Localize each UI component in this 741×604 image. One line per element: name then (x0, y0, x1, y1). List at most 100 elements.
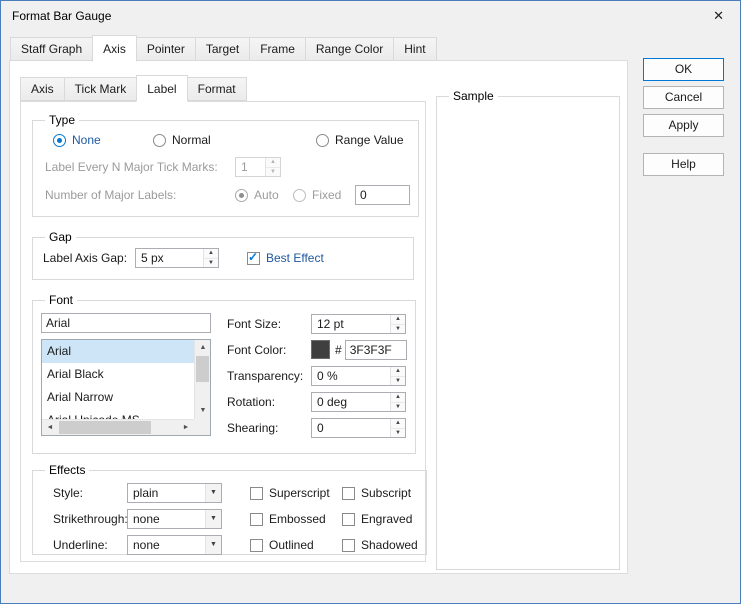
tab-hint[interactable]: Hint (393, 37, 436, 61)
scroll-left-icon[interactable]: ◄ (42, 420, 58, 436)
dropdown-arrow-icon[interactable]: ▼ (205, 536, 221, 554)
label-axis-gap-value[interactable]: 5 px (136, 249, 203, 267)
spin-down-icon[interactable]: ▼ (391, 403, 405, 412)
best-effect-checkbox[interactable]: ✓ Best Effect (247, 251, 324, 265)
outlined-checkbox[interactable]: Outlined (250, 538, 342, 552)
outlined-label: Outlined (269, 538, 314, 552)
checkbox-icon (250, 513, 263, 526)
strikethrough-dropdown[interactable]: none ▼ (127, 509, 222, 529)
help-button[interactable]: Help (643, 153, 724, 176)
tab-axis[interactable]: Axis (92, 35, 137, 62)
spin-up-icon[interactable]: ▲ (391, 367, 405, 377)
shearing-spinner[interactable]: 0 ▲ ▼ (311, 418, 406, 438)
engraved-checkbox[interactable]: Engraved (342, 512, 412, 526)
tab-target[interactable]: Target (195, 37, 250, 61)
ok-button[interactable]: OK (643, 58, 724, 81)
style-label: Style: (53, 486, 127, 500)
rotation-spinner[interactable]: 0 deg ▲ ▼ (311, 392, 406, 412)
font-list-item[interactable]: Arial Unicode MS (42, 409, 194, 419)
tab-staff-graph[interactable]: Staff Graph (10, 37, 93, 61)
tab-pointer[interactable]: Pointer (136, 37, 196, 61)
vertical-scroll-track[interactable] (195, 356, 210, 403)
underline-dropdown[interactable]: none ▼ (127, 535, 222, 555)
scroll-up-icon[interactable]: ▲ (195, 340, 211, 356)
font-color-label: Font Color: (227, 343, 311, 357)
font-color-swatch[interactable] (311, 340, 330, 359)
spin-down-icon[interactable]: ▼ (204, 259, 218, 268)
spin-up-icon[interactable]: ▲ (204, 249, 218, 259)
label-every-n-spinner[interactable]: 1 ▲ ▼ (235, 157, 281, 177)
transparency-label: Transparency: (227, 369, 311, 383)
spin-down-icon[interactable]: ▼ (391, 429, 405, 438)
dropdown-arrow-icon[interactable]: ▼ (205, 510, 221, 528)
inner-tab-format[interactable]: Format (187, 77, 247, 101)
font-name-input[interactable] (41, 313, 211, 333)
label-every-n-label: Label Every N Major Tick Marks: (45, 160, 235, 174)
fixed-count-input[interactable] (355, 185, 410, 205)
superscript-checkbox[interactable]: Superscript (250, 486, 342, 500)
cancel-button[interactable]: Cancel (643, 86, 724, 109)
font-group: Font Arial Arial Black Arial Narrow Aria… (32, 293, 416, 454)
font-color-hex-input[interactable] (345, 340, 407, 360)
inner-tab-axis[interactable]: Axis (20, 77, 65, 101)
scroll-down-icon[interactable]: ▼ (195, 403, 211, 419)
spin-down-icon[interactable]: ▼ (266, 168, 280, 177)
vertical-scroll-thumb[interactable] (196, 356, 209, 382)
embossed-checkbox[interactable]: Embossed (250, 512, 342, 526)
type-range-value-radio[interactable]: Range Value (316, 133, 404, 147)
font-list-item[interactable]: Arial Black (42, 363, 194, 386)
rotation-value[interactable]: 0 deg (312, 393, 390, 411)
strikethrough-label: Strikethrough: (53, 512, 127, 526)
type-group: Type None Normal Range Value (32, 113, 419, 217)
rotation-label: Rotation: (227, 395, 311, 409)
tab-frame[interactable]: Frame (249, 37, 306, 61)
inner-tab-label[interactable]: Label (136, 75, 187, 102)
font-list-item[interactable]: Arial (42, 340, 194, 363)
sample-group: Sample (436, 89, 620, 570)
spin-down-icon[interactable]: ▼ (391, 325, 405, 334)
font-list-item[interactable]: Arial Narrow (42, 386, 194, 409)
spin-up-icon[interactable]: ▲ (266, 158, 280, 168)
close-icon[interactable]: ✕ (713, 8, 724, 24)
horizontal-scroll-track[interactable] (58, 420, 178, 435)
type-normal-radio[interactable]: Normal (153, 133, 316, 147)
effects-group-legend: Effects (45, 463, 89, 477)
radio-icon (293, 189, 306, 202)
shearing-value[interactable]: 0 (312, 419, 390, 437)
spin-up-icon[interactable]: ▲ (391, 315, 405, 325)
vertical-scrollbar[interactable]: ▲ ▼ (194, 340, 210, 419)
spin-up-icon[interactable]: ▲ (391, 419, 405, 429)
dropdown-arrow-icon[interactable]: ▼ (205, 484, 221, 502)
spin-down-icon[interactable]: ▼ (391, 377, 405, 386)
label-every-n-value[interactable]: 1 (236, 158, 265, 176)
type-range-value-label: Range Value (335, 133, 404, 147)
spin-up-icon[interactable]: ▲ (391, 393, 405, 403)
horizontal-scrollbar[interactable]: ◄ ► (42, 419, 194, 435)
transparency-spinner[interactable]: 0 % ▲ ▼ (311, 366, 406, 386)
font-list[interactable]: Arial Arial Black Arial Narrow Arial Uni… (41, 339, 211, 436)
style-dropdown[interactable]: plain ▼ (127, 483, 222, 503)
font-size-label: Font Size: (227, 317, 311, 331)
font-size-spinner[interactable]: 12 pt ▲ ▼ (311, 314, 406, 334)
horizontal-scroll-thumb[interactable] (59, 421, 151, 434)
scroll-right-icon[interactable]: ► (178, 420, 194, 436)
subscript-checkbox[interactable]: Subscript (342, 486, 411, 500)
superscript-label: Superscript (269, 486, 330, 500)
type-group-legend: Type (45, 113, 79, 127)
sample-group-legend: Sample (449, 89, 498, 103)
label-axis-gap-spinner[interactable]: 5 px ▲ ▼ (135, 248, 219, 268)
window-title: Format Bar Gauge (12, 9, 111, 23)
underline-label: Underline: (53, 538, 127, 552)
outer-tabstrip: Staff Graph Axis Pointer Target Frame Ra… (10, 36, 437, 61)
tab-range-color[interactable]: Range Color (305, 37, 394, 61)
major-labels-fixed-radio[interactable]: Fixed (293, 188, 355, 202)
type-none-radio[interactable]: None (53, 133, 153, 147)
major-labels-auto-radio[interactable]: Auto (235, 188, 293, 202)
transparency-value[interactable]: 0 % (312, 367, 390, 385)
check-icon: ✓ (248, 250, 258, 264)
font-size-value[interactable]: 12 pt (312, 315, 390, 333)
shadowed-checkbox[interactable]: Shadowed (342, 538, 418, 552)
inner-tab-tick-mark[interactable]: Tick Mark (64, 77, 138, 101)
apply-button[interactable]: Apply (643, 114, 724, 137)
inner-tabstrip: Axis Tick Mark Label Format (20, 78, 247, 101)
